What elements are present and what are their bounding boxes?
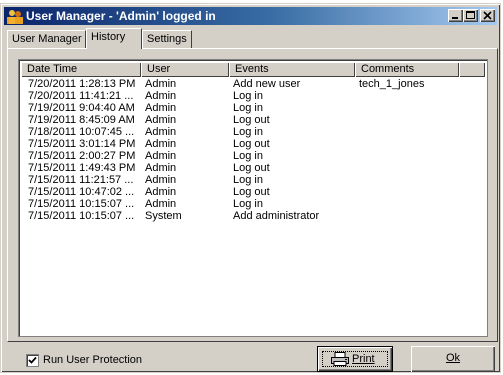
cell-user: Admin bbox=[145, 186, 177, 198]
cell-event: Log out bbox=[233, 162, 270, 174]
cell-date-time: 7/18/2011 10:07:45 ... bbox=[28, 126, 135, 138]
cell-user: Admin bbox=[145, 162, 177, 174]
cell-date-time: 7/15/2011 10:47:02 ... bbox=[28, 186, 135, 198]
column-header-events[interactable]: Events bbox=[229, 62, 355, 77]
printer-icon bbox=[331, 352, 349, 366]
cell-event: Log in bbox=[233, 126, 263, 138]
table-row[interactable]: 7/15/2011 10:15:07 ... System Add administ… bbox=[21, 210, 485, 222]
cell-date-time: 7/15/2011 11:21:57 ... bbox=[28, 174, 134, 186]
minimize-button[interactable] bbox=[448, 9, 463, 22]
list-header: Date Time User Events Comments bbox=[21, 62, 485, 77]
table-row[interactable]: 7/20/2011 11:41:21 ... Admin Log in bbox=[21, 90, 485, 102]
tab-label: User Manager bbox=[12, 33, 82, 45]
tab-history[interactable]: History bbox=[86, 28, 142, 49]
close-icon bbox=[483, 11, 492, 20]
table-row[interactable]: 7/15/2011 3:01:14 PM Admin Log out bbox=[21, 138, 485, 150]
print-button[interactable]: Print bbox=[317, 346, 393, 372]
maximize-button[interactable] bbox=[463, 9, 478, 22]
history-panel: Date Time User Events Comments 7/20/2011… bbox=[7, 48, 498, 342]
cell-event: Log in bbox=[233, 102, 263, 114]
table-row[interactable]: 7/15/2011 2:00:27 PM Admin Log in bbox=[21, 150, 485, 162]
cell-user: Admin bbox=[145, 102, 177, 114]
list-rows: 7/20/2011 1:28:13 PM Admin Add new user tec… bbox=[21, 78, 485, 222]
cell-event: Log in bbox=[233, 150, 263, 162]
history-list[interactable]: Date Time User Events Comments 7/20/2011… bbox=[18, 59, 488, 337]
tab-settings[interactable]: Settings bbox=[142, 30, 192, 48]
app-icon bbox=[7, 10, 23, 24]
cell-event: Log out bbox=[233, 114, 270, 126]
ok-button[interactable]: Ok bbox=[411, 346, 495, 372]
checkbox-label: Run User Protection bbox=[43, 354, 143, 366]
cell-user: Admin bbox=[145, 90, 177, 102]
table-row[interactable]: 7/15/2011 10:47:02 ... Admin Log out bbox=[21, 186, 485, 198]
ok-label: Ok bbox=[445, 352, 461, 364]
close-button[interactable] bbox=[480, 9, 495, 22]
cell-user: System bbox=[145, 210, 182, 222]
cell-date-time: 7/15/2011 10:15:07 ... bbox=[28, 198, 135, 210]
cell-event: Log in bbox=[233, 198, 263, 210]
cell-comment: tech_1_jones bbox=[359, 78, 425, 90]
table-row[interactable]: 7/19/2011 8:45:09 AM Admin Log out bbox=[21, 114, 485, 126]
cell-user: Admin bbox=[145, 174, 177, 186]
cell-date-time: 7/19/2011 8:45:09 AM bbox=[28, 114, 135, 126]
user-manager-window: User Manager - 'Admin' logged in User Ma… bbox=[0, 3, 501, 373]
cell-date-time: 7/15/2011 10:15:07 ... bbox=[28, 210, 135, 222]
cell-event: Log in bbox=[233, 174, 263, 186]
checkmark-icon bbox=[28, 356, 37, 364]
cell-user: Admin bbox=[145, 126, 177, 138]
cell-event: Add new user bbox=[233, 78, 301, 90]
column-header-filler bbox=[459, 62, 485, 77]
table-row[interactable]: 7/15/2011 1:49:43 PM Admin Log out bbox=[21, 162, 485, 174]
cell-date-time: 7/20/2011 11:41:21 ... bbox=[28, 90, 134, 102]
cell-event: Add administrator bbox=[233, 210, 320, 222]
cell-user: Admin bbox=[145, 78, 177, 90]
table-row[interactable]: 7/19/2011 9:04:40 AM Admin Log in bbox=[21, 102, 485, 114]
cell-user: Admin bbox=[145, 150, 177, 162]
table-row[interactable]: 7/20/2011 1:28:13 PM Admin Add new user tec… bbox=[21, 78, 485, 90]
column-header-date-time[interactable]: Date Time bbox=[21, 62, 141, 77]
table-row[interactable]: 7/15/2011 10:15:07 ... Admin Log in bbox=[21, 198, 485, 210]
cell-date-time: 7/15/2011 2:00:27 PM bbox=[28, 150, 136, 162]
title-bar[interactable]: User Manager - 'Admin' logged in bbox=[4, 7, 497, 25]
cell-date-time: 7/20/2011 1:28:13 PM bbox=[28, 78, 136, 90]
cell-user: Admin bbox=[145, 198, 177, 210]
tab-label: Settings bbox=[147, 33, 187, 45]
cell-event: Log out bbox=[233, 138, 270, 150]
table-row[interactable]: 7/18/2011 10:07:45 ... Admin Log in bbox=[21, 126, 485, 138]
cell-user: Admin bbox=[145, 114, 177, 126]
window-title: User Manager - 'Admin' logged in bbox=[26, 9, 216, 23]
print-label: Print bbox=[352, 353, 375, 365]
minimize-icon bbox=[452, 17, 458, 19]
table-row[interactable]: 7/15/2011 11:21:57 ... Admin Log in bbox=[21, 174, 485, 186]
column-header-comments[interactable]: Comments bbox=[355, 62, 459, 77]
tab-label: History bbox=[91, 31, 126, 43]
tab-user-manager[interactable]: User Manager bbox=[7, 30, 86, 48]
cell-user: Admin bbox=[145, 138, 177, 150]
cell-event: Log in bbox=[233, 90, 263, 102]
cell-date-time: 7/15/2011 1:49:43 PM bbox=[28, 162, 136, 174]
cell-event: Log out bbox=[233, 186, 270, 198]
cell-date-time: 7/19/2011 9:04:40 AM bbox=[28, 102, 135, 114]
cell-date-time: 7/15/2011 3:01:14 PM bbox=[28, 138, 136, 150]
maximize-icon bbox=[466, 11, 475, 19]
checkbox-box[interactable] bbox=[26, 354, 39, 367]
column-header-user[interactable]: User bbox=[141, 62, 229, 77]
